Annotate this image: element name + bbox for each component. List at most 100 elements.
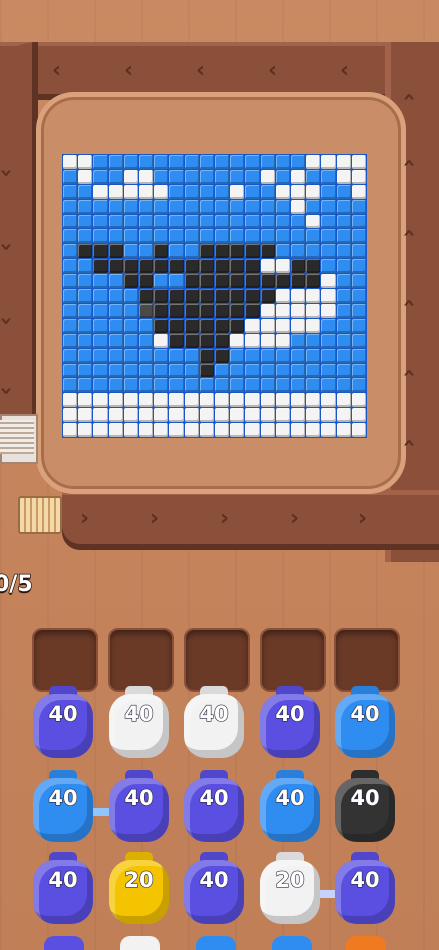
pixel-cell [93, 363, 108, 378]
paint-jar[interactable]: 40 [333, 686, 397, 760]
pixel-cell [154, 244, 169, 259]
pixel-cell [260, 259, 275, 274]
pixel-cell [321, 303, 336, 318]
pixel-cell [306, 155, 321, 169]
pixel-cell [306, 423, 321, 437]
pixel-cell [63, 423, 78, 437]
pixel-cell [169, 318, 184, 333]
queue-slot[interactable] [108, 628, 174, 692]
pixel-cell [260, 274, 275, 289]
pixel-cell [230, 348, 245, 363]
pixel-cell [245, 303, 260, 318]
pixel-cell [214, 363, 230, 378]
jar-count: 40 [199, 701, 229, 726]
pixel-cell [199, 348, 214, 363]
pixel-cell [336, 408, 351, 423]
paint-jar[interactable]: 20 [107, 852, 171, 926]
pixel-cell [230, 408, 245, 423]
chevron-down-icon: ‹ [0, 168, 19, 177]
pixel-cell [230, 393, 245, 408]
pixel-cell [108, 423, 123, 437]
pixel-cell [78, 333, 93, 348]
pixel-cell [275, 214, 290, 229]
pixel-cell [351, 333, 366, 348]
pixel-cell [184, 363, 199, 378]
queue-slot[interactable] [334, 628, 400, 692]
pixel-cell [78, 378, 93, 393]
pixel-cell [306, 363, 321, 378]
pixel-cell [290, 229, 306, 244]
pixel-cell [93, 244, 108, 259]
jar-count: 40 [48, 785, 78, 810]
pixel-cell [336, 393, 351, 408]
pixel-cell [306, 333, 321, 348]
pixel-cell [78, 184, 93, 199]
pixel-cell [336, 289, 351, 303]
pixel-cell [78, 214, 93, 229]
jar-count: 40 [275, 701, 305, 726]
paint-jar[interactable]: 40 [333, 770, 397, 844]
paint-jar[interactable]: 40 [258, 686, 322, 760]
paint-jar[interactable]: 40 [31, 852, 95, 926]
paint-jar[interactable]: 40 [333, 852, 397, 926]
paint-jar[interactable]: 40 [182, 852, 246, 926]
pixel-cell [78, 199, 93, 214]
pixel-cell [63, 274, 78, 289]
paint-jar[interactable]: 40 [31, 686, 95, 760]
pixel-cell [245, 229, 260, 244]
chevron-up-icon: ‹ [396, 158, 422, 168]
queue-slot[interactable] [32, 628, 98, 692]
pixel-cell [123, 423, 138, 437]
pixel-cell [184, 393, 199, 408]
pixel-cell [138, 214, 154, 229]
paint-jar[interactable]: 40 [182, 686, 246, 760]
pixel-cell [108, 229, 123, 244]
pixel-cell [245, 333, 260, 348]
paint-jar[interactable]: 40 [107, 686, 171, 760]
pixel-cell [260, 363, 275, 378]
pixel-cell [214, 259, 230, 274]
pixel-cell [214, 229, 230, 244]
pixel-cell [230, 274, 245, 289]
chevron-up-icon: ‹ [396, 228, 422, 238]
pixel-cell [63, 214, 78, 229]
pixel-cell [214, 318, 230, 333]
pixel-cell [123, 289, 138, 303]
queue-slot[interactable] [260, 628, 326, 692]
pixel-cell [275, 199, 290, 214]
pixel-cell [275, 244, 290, 259]
pixel-cell [93, 393, 108, 408]
pixel-cell [169, 289, 184, 303]
paint-jar[interactable]: 40 [31, 770, 95, 844]
pixel-cell [336, 229, 351, 244]
paint-jar[interactable]: 40 [182, 770, 246, 844]
pixel-cell [184, 214, 199, 229]
pixel-cell [230, 229, 245, 244]
paint-jar[interactable]: 20 [258, 852, 322, 926]
pixel-cell [260, 318, 275, 333]
pixel-cell [169, 423, 184, 437]
pixel-cell [154, 155, 169, 169]
chevron-down-icon: ‹ [0, 242, 19, 251]
queue-slot[interactable] [184, 628, 250, 692]
paint-jar[interactable]: 40 [107, 770, 171, 844]
pixel-cell [78, 169, 93, 184]
pixel-cell [275, 169, 290, 184]
pixel-cell [275, 259, 290, 274]
paint-jar[interactable]: 40 [258, 770, 322, 844]
pixel-cell [184, 423, 199, 437]
pixel-cell [290, 378, 306, 393]
pixel-cell [230, 318, 245, 333]
pixel-cell [63, 393, 78, 408]
pixel-cell [245, 244, 260, 259]
pixel-cell [108, 199, 123, 214]
pixel-cell [260, 303, 275, 318]
pixel-cell [169, 155, 184, 169]
pixel-cell [275, 408, 290, 423]
pixel-cell [230, 244, 245, 259]
pixel-cell [169, 184, 184, 199]
pixel-cell [230, 303, 245, 318]
pixel-cell [214, 244, 230, 259]
pixel-cell [290, 259, 306, 274]
pixel-cell [306, 229, 321, 244]
